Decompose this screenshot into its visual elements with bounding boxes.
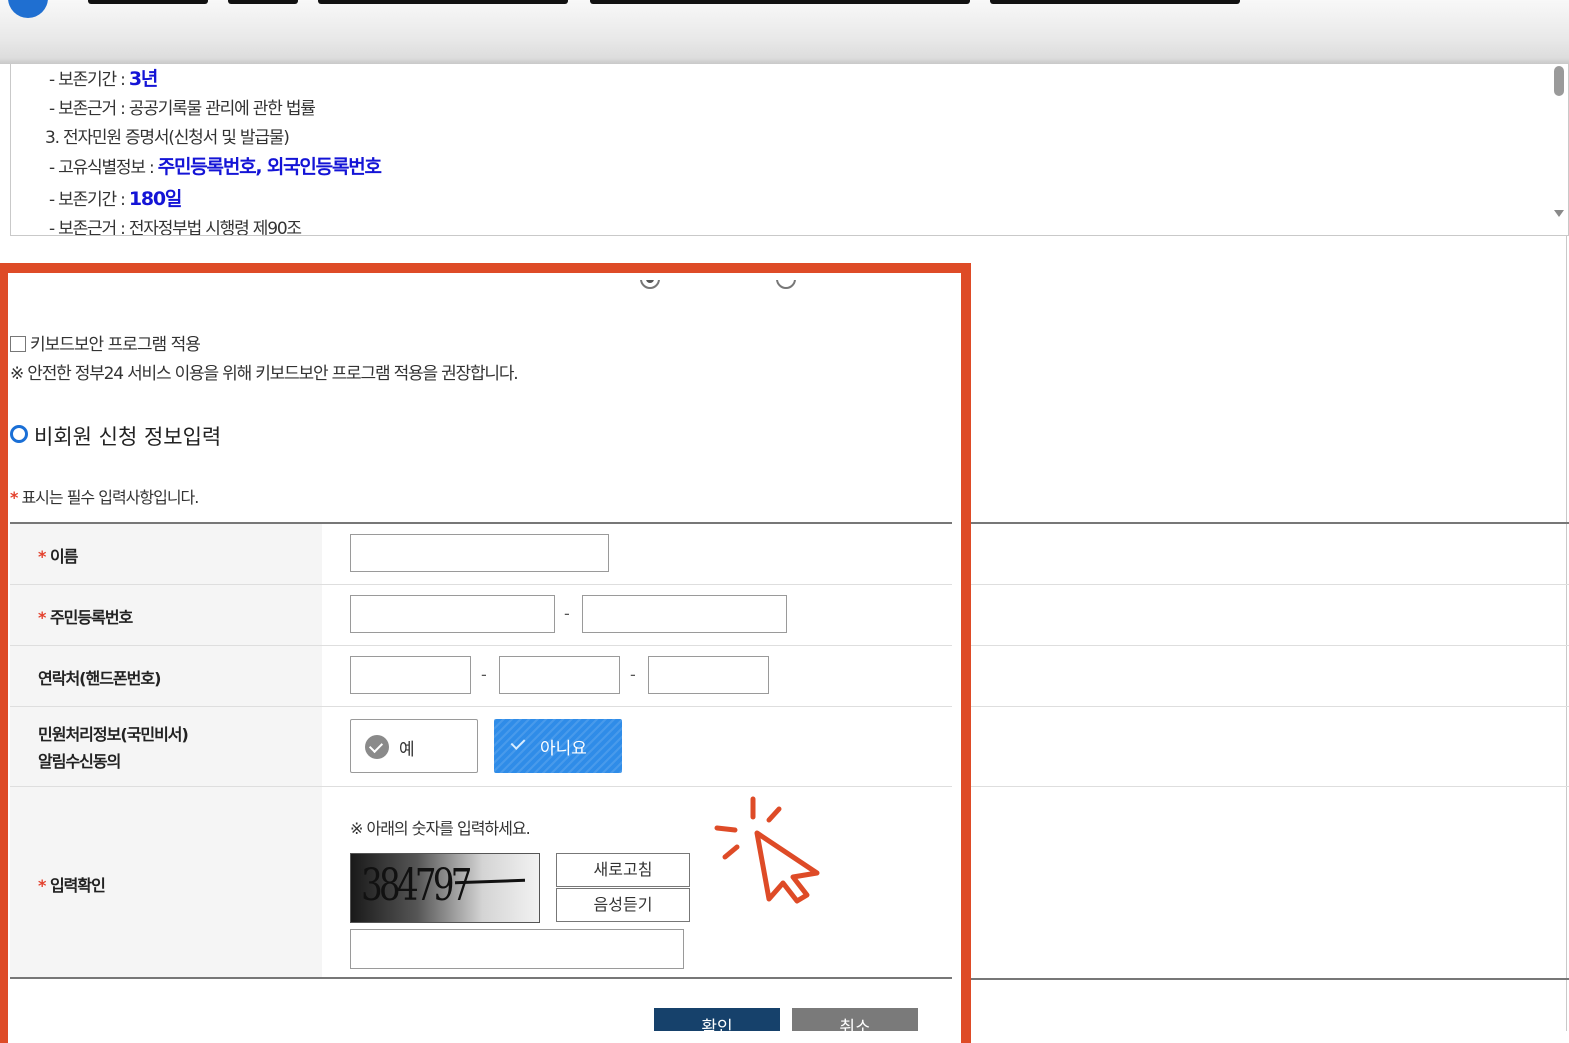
consent-yes-button[interactable]: 예 [350,719,478,773]
scrollbar-thumb[interactable] [1554,66,1564,96]
cropped-header [0,0,1569,64]
terms-line: - 보존기간 : 180일 [49,188,182,210]
table-row: * 주민등록번호 - [10,585,952,646]
privacy-terms-box[interactable]: - 보존기간 : 3년 - 보존근거 : 공공기록물 관리에 관한 법률 3. … [10,64,1569,236]
scroll-down-arrow-icon[interactable] [1554,210,1564,217]
captcha-audio-button[interactable]: 음성듣기 [556,888,690,922]
consent-label-line1: 민원처리정보(국민비서) [38,725,189,744]
rrn-back-input[interactable] [582,595,787,633]
table-row: 연락처(핸드폰번호) - - [10,646,952,707]
captcha-note: ※ 아래의 숫자를 입력하세요. [350,819,531,838]
keyboard-security-option[interactable]: 키보드보안 프로그램 적용 [10,330,201,355]
terms-agree-radios [640,280,802,289]
check-circle-icon [365,735,389,759]
cancel-button[interactable]: 취소 [792,1008,918,1031]
captcha-input[interactable] [350,929,684,969]
check-icon [510,735,526,750]
consent-label-line2: 알림수신동의 [38,752,121,771]
confirm-button[interactable]: 확인 [654,1008,780,1031]
terms-line: - 보존기간 : 3년 [49,68,158,90]
step-number-icon [8,0,48,18]
phone-part3-input[interactable] [648,656,769,694]
terms-line: - 보존근거 : 전자정부법 시행령 제90조 [49,219,302,236]
phone-part2-input[interactable] [499,656,620,694]
captcha-refresh-button[interactable]: 새로고침 [556,853,690,887]
table-row: 민원처리정보(국민비서) 알림수신동의 예 아니요 [10,707,952,787]
disagree-radio[interactable] [776,280,797,289]
consent-no-button[interactable]: 아니요 [494,719,622,773]
table-row: * 이름 [10,524,952,585]
non-member-form: 키보드보안 프로그램 적용 ※ 안전한 정부24 서비스 이용을 위해 키보드보… [10,280,952,1031]
phone-part1-input[interactable] [350,656,471,694]
captcha-label: * 입력확인 [38,876,106,895]
keyboard-security-checkbox[interactable] [10,336,26,352]
phone-label: 연락처(핸드폰번호) [38,669,161,688]
bullet-circle-icon [10,425,28,443]
agree-radio[interactable] [640,280,660,289]
keyboard-security-note: ※ 안전한 정부24 서비스 이용을 위해 키보드보안 프로그램 적용을 권장합… [10,364,519,384]
name-input[interactable] [350,534,609,572]
name-label: * 이름 [38,547,78,566]
section-title: 비회원 신청 정보입력 [10,421,221,451]
terms-line: - 고유식별정보 : 주민등록번호, 외국인등록번호 [49,156,382,178]
rrn-front-input[interactable] [350,595,555,633]
captcha-image: 384797 [350,853,540,923]
rrn-label: * 주민등록번호 [38,608,133,627]
terms-line: 3. 전자민원 증명서(신청서 및 발급물) [45,128,290,148]
terms-line: - 보존근거 : 공공기록물 관리에 관한 법률 [49,99,316,119]
click-cursor-icon [714,796,820,904]
required-note: * 표시는 필수 입력사항입니다. [10,488,199,507]
